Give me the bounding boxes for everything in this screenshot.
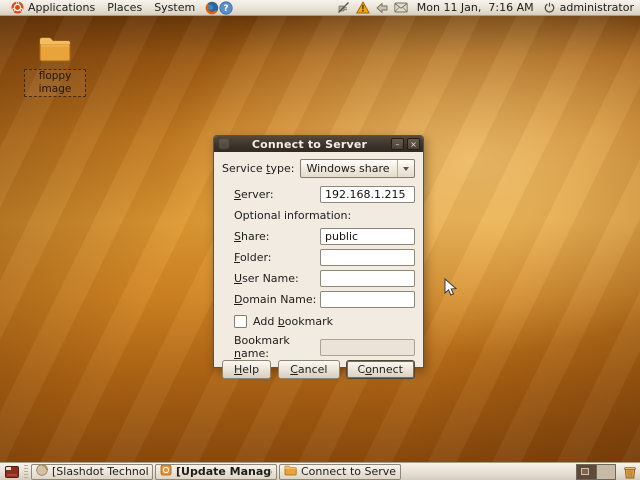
dialog-title: Connect to Server — [231, 138, 388, 151]
system-tray: ! Mon 11 Jan, 7:16 AM administrator — [337, 1, 636, 15]
svg-text:?: ? — [224, 4, 229, 14]
share-label: Share: — [234, 230, 320, 243]
menu-system[interactable]: System — [148, 0, 201, 16]
task-button-slashdot[interactable]: [Slashdot Technology ... — [31, 464, 153, 480]
svg-text:!: ! — [361, 5, 365, 14]
service-type-value: Windows share — [301, 162, 397, 175]
domain-name-row: Domain Name: — [222, 291, 415, 308]
service-type-row: Service type: Windows share — [222, 159, 415, 178]
menu-places-label: Places — [107, 0, 142, 15]
task-button-label: [Slashdot Technology ... — [52, 465, 148, 478]
folder-task-icon — [284, 465, 297, 479]
connect-to-server-dialog: Connect to Server – × Service type: Wind… — [213, 135, 424, 368]
network-offline-icon[interactable] — [337, 1, 351, 15]
panel-drag-handle[interactable] — [24, 465, 28, 479]
menu-applications[interactable]: Applications — [4, 0, 101, 16]
task-button-label: Connect to Server — [301, 465, 396, 478]
firefox-task-icon — [36, 464, 48, 479]
folder-icon — [37, 54, 73, 67]
folder-input[interactable] — [320, 249, 415, 266]
add-bookmark-row: Add bookmark — [222, 315, 415, 328]
folder-row: Folder: — [222, 249, 415, 266]
ubuntu-logo-icon — [10, 1, 24, 15]
arrow-left-icon[interactable] — [375, 1, 389, 15]
bookmark-name-input — [320, 339, 415, 356]
user-switcher[interactable]: administrator — [543, 1, 636, 15]
service-type-label: Service type: — [222, 162, 294, 175]
share-row: Share: — [222, 228, 415, 245]
add-bookmark-checkbox[interactable] — [234, 315, 247, 328]
top-panel: Applications Places System ? ! — [0, 0, 640, 16]
desktop-icon-floppy-image[interactable]: floppy image — [24, 34, 86, 97]
desktop-icon-label: floppy image — [24, 69, 86, 97]
domain-name-input[interactable] — [320, 291, 415, 308]
add-bookmark-label: Add bookmark — [253, 315, 333, 328]
menu-places[interactable]: Places — [101, 0, 148, 16]
user-name-label: User Name: — [234, 272, 320, 285]
optional-information-label: Optional information: — [222, 209, 415, 222]
update-manager-task-icon — [160, 464, 172, 479]
clock[interactable]: Mon 11 Jan, 7:16 AM — [413, 1, 538, 14]
username-label: administrator — [560, 1, 634, 14]
server-row: Server: — [222, 186, 415, 203]
close-button[interactable]: × — [407, 138, 420, 150]
dialog-body: Service type: Windows share Server: Opti… — [214, 152, 423, 387]
menu-applications-label: Applications — [28, 0, 95, 15]
server-input[interactable] — [320, 186, 415, 203]
connect-button[interactable]: Connect — [346, 360, 416, 379]
user-name-row: User Name: — [222, 270, 415, 287]
show-desktop-button[interactable] — [2, 463, 22, 480]
mouse-cursor — [444, 278, 457, 300]
window-menu-icon[interactable] — [219, 139, 229, 149]
workspace-1[interactable] — [577, 465, 596, 479]
bookmark-name-label: Bookmark name: — [234, 334, 320, 360]
task-button-label: [Update Manager] — [176, 465, 272, 478]
cancel-button[interactable]: Cancel — [278, 360, 339, 379]
server-label: Server: — [234, 188, 320, 201]
minimize-button[interactable]: – — [391, 138, 404, 150]
domain-name-label: Domain Name: — [234, 293, 320, 306]
help-button[interactable]: Help — [222, 360, 271, 379]
bookmark-name-row: Bookmark name: — [222, 334, 415, 360]
help-launcher-icon[interactable]: ? — [219, 1, 233, 15]
workspace-2[interactable] — [596, 465, 615, 479]
power-user-icon — [543, 1, 557, 15]
task-button-connect-to-server[interactable]: Connect to Server — [279, 464, 401, 480]
ubuntu-desktop: Applications Places System ? ! — [0, 0, 640, 480]
service-type-dropdown[interactable]: Windows share — [300, 159, 415, 178]
folder-label: Folder: — [234, 251, 320, 264]
bottom-panel: [Slashdot Technology ... [Update Manager… — [0, 462, 640, 480]
firefox-launcher-icon[interactable] — [205, 1, 219, 15]
trash-icon[interactable] — [622, 464, 638, 480]
chevron-down-icon — [397, 160, 414, 177]
workspace-switcher — [576, 464, 616, 480]
task-button-update-manager[interactable]: [Update Manager] — [155, 464, 277, 480]
share-input[interactable] — [320, 228, 415, 245]
user-name-input[interactable] — [320, 270, 415, 287]
dialog-button-row: Help Cancel Connect — [222, 360, 415, 379]
menu-system-label: System — [154, 0, 195, 15]
warning-icon[interactable]: ! — [356, 1, 370, 15]
dialog-titlebar[interactable]: Connect to Server – × — [214, 136, 423, 152]
workspace-window-thumbnail — [581, 468, 589, 475]
mail-icon[interactable] — [394, 1, 408, 15]
